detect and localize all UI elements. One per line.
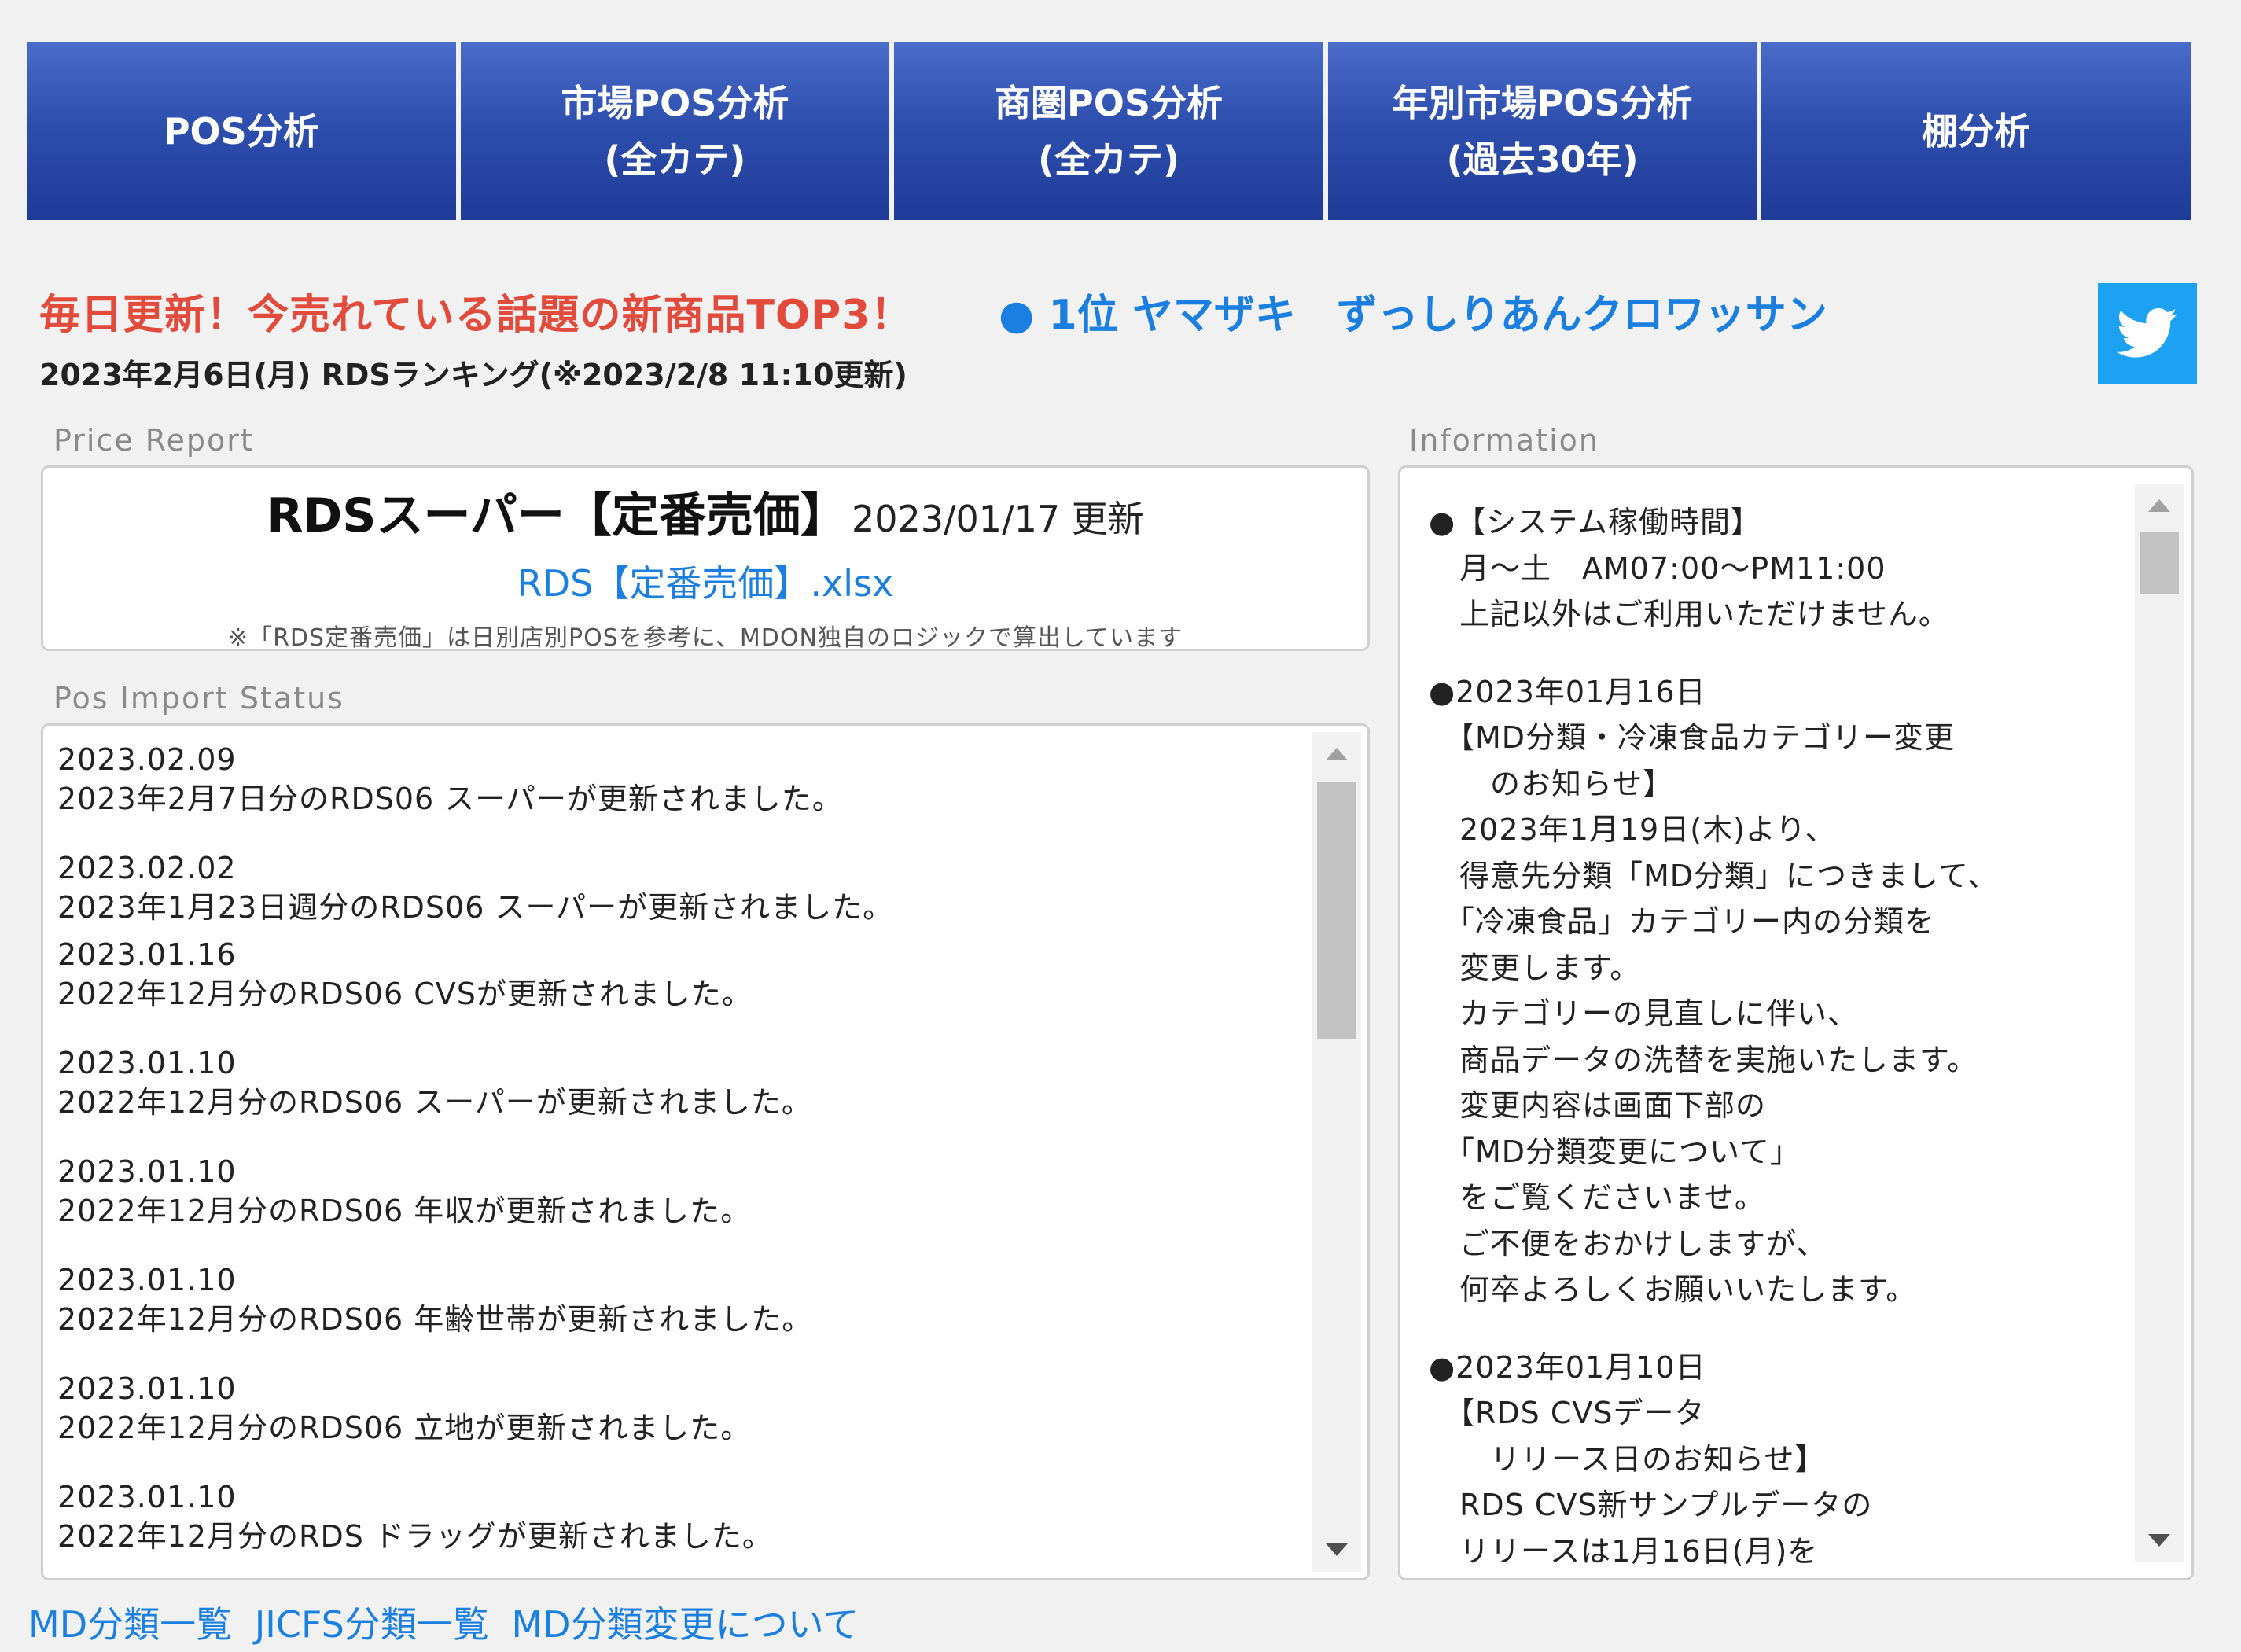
twitter-button[interactable] [2098,283,2197,384]
price-report-heading: RDSスーパー【定番売価】 2023/01/17 更新 [43,477,1367,546]
info-line: 【MD分類・冷凍食品カテゴリー変更 [1429,720,1956,755]
nav-market-pos-analysis-button[interactable]: 市場POS分析 (全カテ) [460,42,890,220]
nav-sublabel: (過去30年) [1446,138,1639,181]
ranking-headline: 毎日更新！今売れている話題の新商品TOP3！ [39,292,913,339]
info-line: 【RDS CVSデータ [1429,1396,1706,1430]
top-ranked-product-link[interactable]: ● 1位 ヤマザキ ずっしりあんクロワッサン [999,281,1827,340]
nav-trade-area-pos-analysis-button[interactable]: 商圏POS分析 (全カテ) [894,42,1323,220]
nav-sublabel: (全カテ) [604,138,746,181]
pos-import-entries: 2023.02.09 2023年2月7日分のRDS06 スーパーが更新されました… [57,740,893,1578]
list-item: 2023.01.10 2022年12月分のRDS06 年齢世帯が更新されました。 [57,1260,893,1339]
entry-text: 2022年12月分のRDS06 年収が更新されました。 [57,1194,752,1228]
nav-label: 棚分析 [1922,110,2031,153]
entry-date: 2023.02.09 [57,742,237,777]
entry-date: 2023.01.10 [57,1371,237,1406]
entry-date: 2023.01.10 [57,1480,237,1514]
nav-label: POS分析 [163,110,319,153]
info-line: 得意先分類「MD分類」につきまして、 [1429,858,1999,893]
list-item: 2023.01.16 2022年12月分のRDS06 CVSが更新されました。 [57,935,893,1014]
entry-text: 2022年12月分のRDS ドラッグが更新されました。 [57,1519,773,1554]
price-report-date: 2023/01/17 更新 [851,498,1144,540]
info-line: 「冷凍食品」カテゴリー内の分類を [1429,904,1936,939]
nav-yearly-market-pos-analysis-button[interactable]: 年別市場POS分析 (過去30年) [1327,42,1757,220]
info-line: ●2023年01月10日 [1429,1349,1706,1385]
list-item: 2023.01.10 2022年12月分のRDS06 立地が更新されました。 [57,1369,893,1448]
scrollbar-thumb[interactable] [2140,532,2179,594]
entry-text: 2022年12月分のRDS06 スーパーが更新されました。 [57,1085,812,1120]
ranking-subtitle: 2023年2月6日(月) RDSランキング(※2023/2/8 11:10更新) [39,358,907,392]
price-report-note: ※「RDS定番売価」は日別店別POSを参考に、MDON独自のロジックで算出してい… [227,624,1183,652]
scroll-up-arrow-icon[interactable] [2148,499,2170,512]
information-scrollbar[interactable] [2135,484,2184,1562]
information-label: Information [1409,423,1599,458]
info-line: 2023年1月19日(木)より、 [1429,812,1836,847]
entry-text: 2023年2月7日分のRDS06 スーパーが更新されました。 [57,782,843,816]
info-line: ご不便をおかけしますが、 [1429,1226,1827,1261]
scrollbar-thumb[interactable] [1317,782,1356,1039]
info-line: 何卒よろしくお願いいたします。 [1429,1272,1917,1307]
list-item: 2023.01.10 2022年12月分のRDS ドラッグが更新されました。 [57,1477,893,1556]
nav-label: 商圏POS分析 [995,82,1223,124]
price-report-title: RDSスーパー【定番売価】 [267,488,848,543]
md-classification-list-link[interactable]: MD分類一覧 [28,1603,232,1646]
entry-text: 2022年12月分のRDS06 年齢世帯が更新されました。 [57,1302,813,1337]
information-content: ●【システム稼働時間】 月～土 AM07:00～PM11:00 上記以外はご利用… [1429,499,1998,1574]
information-panel[interactable]: ●【システム稼働時間】 月～土 AM07:00～PM11:00 上記以外はご利用… [1398,465,2194,1580]
info-line: 上記以外はご利用いただけません。 [1429,597,1949,631]
jicfs-classification-list-link[interactable]: JICFS分類一覧 [255,1603,489,1646]
info-line: リリース日のお知らせ】 [1429,1441,1826,1477]
nav-pos-analysis-button[interactable]: POS分析 [27,42,456,220]
entry-text: 2023年1月23日週分のRDS06 スーパーが更新されました。 [57,890,894,925]
info-line: カテゴリーの見直しに伴い、 [1429,996,1859,1031]
twitter-bird-icon [2117,307,2177,358]
list-item: 2023.02.09 2023年2月7日分のRDS06 スーパーが更新されました… [57,740,893,819]
list-item: 2023.02.02 2023年1月23日週分のRDS06 スーパーが更新されま… [57,848,893,927]
info-line: 商品データの洗替を実施いたします。 [1429,1042,1978,1077]
entry-date: 2023.01.10 [57,1046,237,1080]
nav-sublabel: (全カテ) [1037,138,1179,181]
footer-links: MD分類一覧 JICFS分類一覧 MD分類変更について [28,1596,870,1648]
nav-shelf-analysis-button[interactable]: 棚分析 [1761,42,2191,220]
list-item: 2023.01.10 2022年12月分のRDS06 年収が更新されました。 [57,1152,893,1231]
entry-text: 2022年12月分のRDS06 立地が更新されました。 [57,1411,752,1445]
list-item: 2023.01.10 2022年12月分のRDS06 スーパーが更新されました。 [57,1043,893,1122]
info-line: ●【システム稼働時間】 [1429,505,1762,539]
info-line: 変更内容は画面下部の [1429,1088,1767,1123]
nav-label: 年別市場POS分析 [1392,82,1693,124]
entry-date: 2023.02.02 [57,851,237,885]
info-line: 変更します。 [1429,950,1641,985]
info-line: ●2023年01月16日 [1429,674,1706,709]
nav-label: 市場POS分析 [561,82,789,124]
entry-date: 2023.01.10 [57,1263,237,1297]
entry-date: 2023.01.10 [57,1154,237,1189]
pos-list-scrollbar[interactable] [1312,732,1361,1572]
info-line: 月～土 AM07:00～PM11:00 [1429,550,1886,586]
scroll-down-arrow-icon[interactable] [2148,1534,2170,1547]
info-line: リリースは1月16日(月)を [1429,1533,1819,1569]
price-report-label: Price Report [53,423,254,458]
pos-import-status-label: Pos Import Status [53,681,344,716]
md-classification-change-link[interactable]: MD分類変更について [511,1603,859,1646]
entry-text: 2022年12月分のRDS06 CVSが更新されました。 [57,977,753,1011]
main-nav: POS分析 市場POS分析 (全カテ) 商圏POS分析 (全カテ) 年別市場PO… [27,42,2191,220]
info-line: 「MD分類変更について」 [1429,1134,1801,1169]
scroll-up-arrow-icon[interactable] [1326,748,1348,760]
pos-import-status-list[interactable]: 2023.02.09 2023年2月7日分のRDS06 スーパーが更新されました… [41,723,1370,1580]
info-line: のお知らせ】 [1429,766,1674,801]
info-line: RDS CVS新サンプルデータの [1429,1488,1873,1522]
entry-date: 2023.01.16 [57,937,237,972]
price-report-box: RDSスーパー【定番売価】 2023/01/17 更新 RDS【定番売価】.xl… [41,465,1370,652]
info-line: をご覧くださいませ。 [1429,1180,1765,1215]
price-report-download-link[interactable]: RDS【定番売価】.xlsx [517,555,893,607]
scroll-down-arrow-icon[interactable] [1326,1543,1348,1556]
